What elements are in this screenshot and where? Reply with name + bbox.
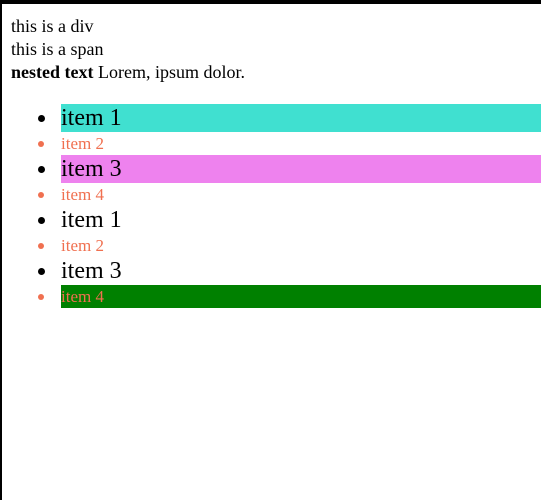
- list-item: item 2: [38, 132, 541, 155]
- bullet-icon: [38, 141, 44, 147]
- list-item: item 2: [38, 234, 541, 257]
- list-item: item 3: [38, 257, 541, 285]
- bullet-icon: [38, 243, 44, 249]
- list-item-label: item 1: [61, 105, 122, 131]
- nested-bold-text: nested text: [11, 62, 94, 82]
- list-item: item 1: [38, 206, 541, 234]
- bullet-icon: [38, 268, 45, 275]
- bullet-icon: [38, 294, 44, 300]
- list-item-label: item 4: [61, 185, 104, 204]
- list-item: item 4: [38, 183, 541, 206]
- window-top-border: [0, 0, 541, 4]
- bullet-icon: [38, 115, 45, 122]
- list-item-label: item 3: [61, 258, 122, 284]
- list-item-label: item 4: [61, 287, 104, 306]
- list-item-label: item 3: [61, 156, 122, 182]
- bullet-icon: [38, 217, 45, 224]
- bullet-icon: [38, 192, 44, 198]
- list-item-label: item 2: [61, 134, 104, 153]
- span-text: this is a span: [11, 39, 104, 59]
- nested-plain-text: Lorem, ipsum dolor.: [93, 62, 245, 82]
- window-left-border: [0, 4, 2, 500]
- list-item-label: item 2: [61, 236, 104, 255]
- list-item: item 3: [38, 155, 541, 183]
- nested-text-line: nested text Lorem, ipsum dolor.: [11, 61, 541, 84]
- list-item: item 4: [38, 285, 541, 308]
- list-item-label: item 1: [61, 207, 122, 233]
- bullet-icon: [38, 166, 45, 173]
- div-text: this is a div: [11, 16, 94, 36]
- list-item: item 1: [38, 104, 541, 132]
- item-list: item 1 item 2 item 3 item 4 item 1 item …: [38, 104, 541, 308]
- page-content: this is a div this is a span nested text…: [11, 15, 541, 84]
